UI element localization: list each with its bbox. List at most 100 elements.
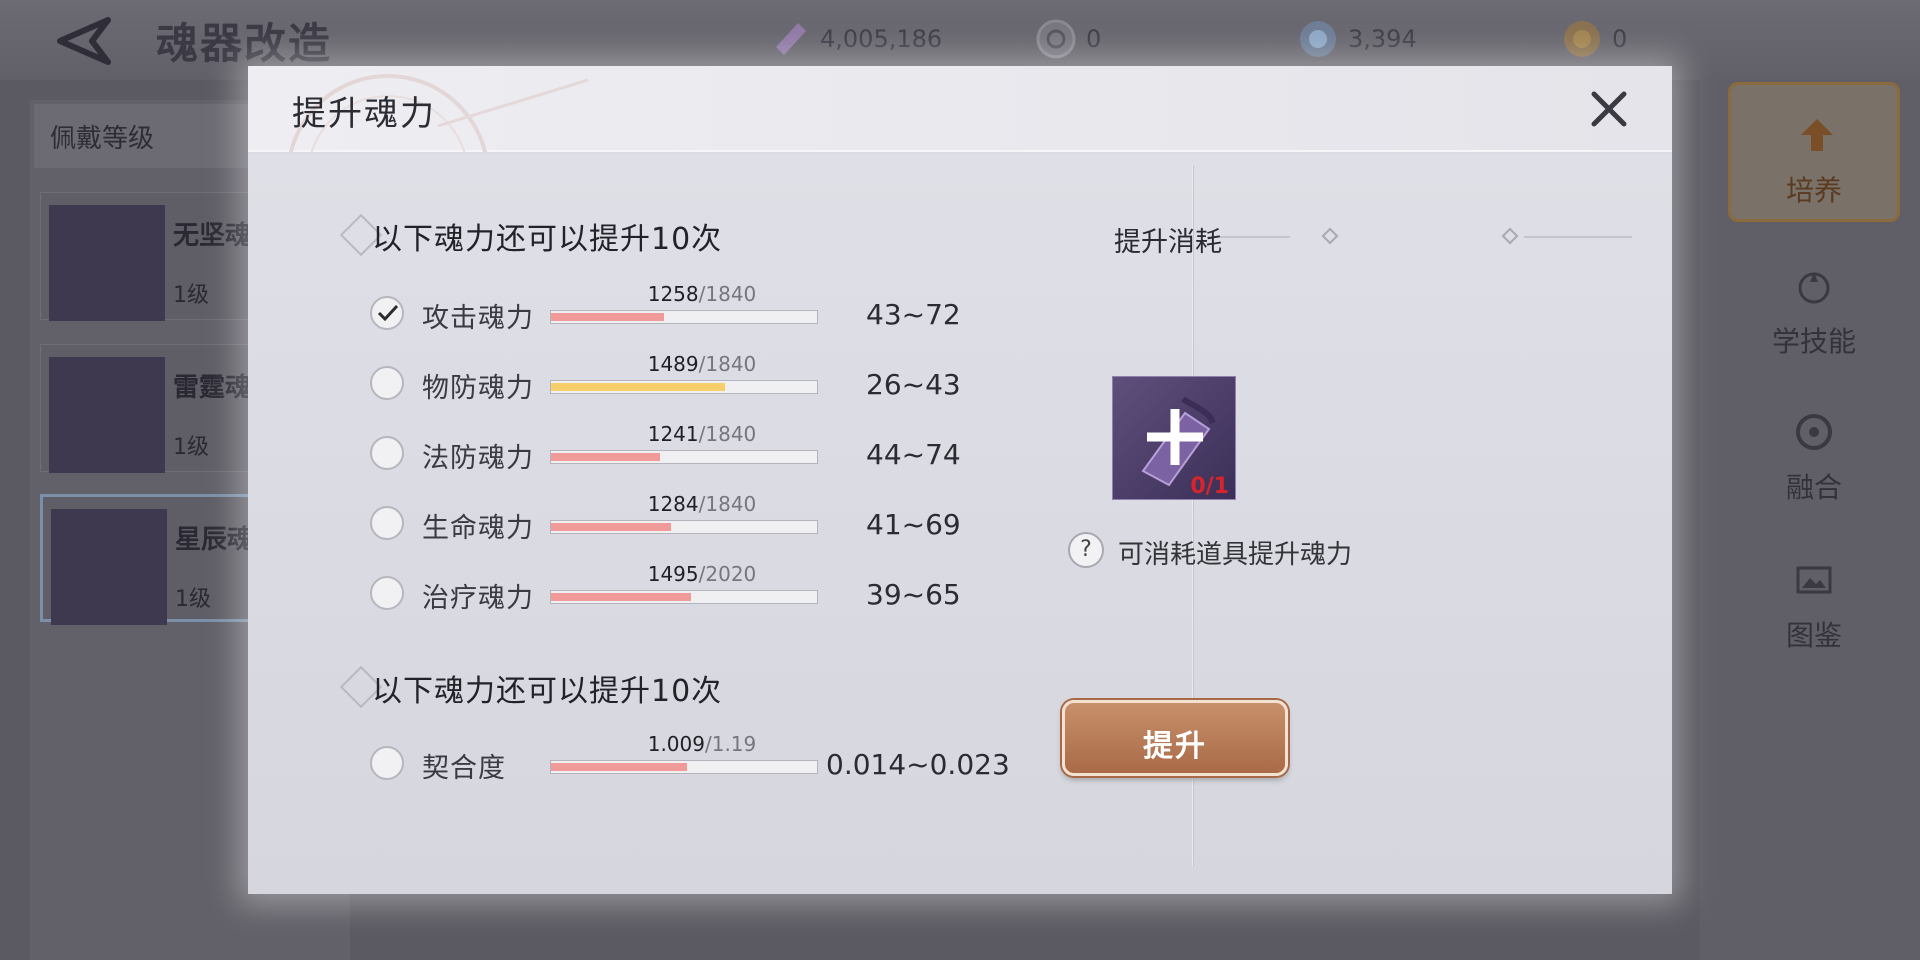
stat-progress-bar bbox=[550, 760, 818, 774]
stat-progress-fill bbox=[551, 593, 691, 601]
item-count: 0/1 bbox=[1190, 474, 1229, 499]
currency-silver-coin: 0 bbox=[1034, 16, 1101, 62]
stat-current: 1284 bbox=[647, 492, 699, 516]
help-text: 可消耗道具提升魂力 bbox=[1118, 540, 1353, 570]
upgrade-button[interactable]: 提升 bbox=[1062, 700, 1288, 776]
stat-radio[interactable] bbox=[370, 366, 404, 400]
tab-cultivate[interactable]: 培养 bbox=[1728, 82, 1900, 222]
stat-radio[interactable] bbox=[370, 746, 404, 780]
tab-label: 学技能 bbox=[1771, 325, 1856, 358]
soul-item-level: 1级 bbox=[173, 435, 209, 460]
skill-icon bbox=[1798, 272, 1830, 304]
stat-label: 攻击魂力 bbox=[422, 303, 534, 334]
stat-progress-bar bbox=[550, 380, 818, 394]
close-icon[interactable] bbox=[1588, 88, 1630, 130]
stat-progress-text: 1495/2020 bbox=[634, 562, 770, 586]
stat-current: 1489 bbox=[647, 352, 699, 376]
currency-value: 0 bbox=[1612, 25, 1628, 53]
silver-coin-icon bbox=[1036, 19, 1076, 59]
stat-radio[interactable] bbox=[370, 576, 404, 610]
stat-range: 44~74 bbox=[866, 438, 961, 471]
currency-gold-medal: 0 bbox=[1560, 16, 1627, 62]
stat-progress-text: 1489/1840 bbox=[634, 352, 770, 376]
tab-gallery[interactable]: 图鉴 bbox=[1728, 530, 1900, 670]
tab-label: 培养 bbox=[1785, 174, 1842, 207]
cost-title-line bbox=[1524, 236, 1632, 238]
stat-row-life[interactable]: 生命魂力 1284/1840 41~69 bbox=[370, 492, 1050, 558]
cost-title: 提升消耗 bbox=[1114, 227, 1222, 258]
stat-progress-text: 1284/1840 bbox=[634, 492, 770, 516]
currency-soul-crystal: 4,005,186 bbox=[768, 16, 942, 62]
soul-item[interactable]: 星辰魂 1级 bbox=[40, 494, 280, 625]
stat-current: 1241 bbox=[647, 422, 699, 446]
currency-value: 0 bbox=[1086, 25, 1102, 53]
stat-range: 0.014~0.023 bbox=[826, 748, 1010, 781]
currency-value: 4,005,186 bbox=[820, 25, 943, 53]
stat-max: /1840 bbox=[698, 282, 757, 306]
upgrade-arrow-icon bbox=[1801, 119, 1833, 151]
tab-learn-skill[interactable]: 学技能 bbox=[1728, 236, 1900, 376]
soul-item-icon bbox=[49, 357, 165, 473]
stat-progress-bar bbox=[550, 450, 818, 464]
stat-current: 1.009 bbox=[647, 732, 705, 756]
stat-progress-text: 1241/1840 bbox=[634, 422, 770, 446]
stat-range: 41~69 bbox=[866, 508, 961, 541]
dialog-header: 提升魂力 bbox=[248, 66, 1672, 152]
stat-label: 法防魂力 bbox=[422, 443, 534, 474]
stat-max: /1840 bbox=[698, 352, 757, 376]
soul-item-name: 无坚魂 bbox=[173, 221, 252, 251]
stat-label: 生命魂力 bbox=[422, 513, 534, 544]
stat-label: 物防魂力 bbox=[422, 373, 534, 404]
stat-progress-bar bbox=[550, 590, 818, 604]
tab-label: 融合 bbox=[1785, 471, 1842, 504]
tab-label: 图鉴 bbox=[1785, 619, 1842, 652]
upgrade-soul-dialog: 提升魂力 以下魂力还可以提升10次 攻击魂力 1258/1840 43~72 物… bbox=[248, 66, 1672, 894]
stat-row-magic-defense[interactable]: 法防魂力 1241/1840 44~74 bbox=[370, 422, 1050, 488]
stat-radio[interactable] bbox=[370, 506, 404, 540]
soul-item-name: 星辰魂 bbox=[175, 525, 254, 555]
stat-radio[interactable] bbox=[370, 436, 404, 470]
section-title: 以下魂力还可以提升10次 bbox=[372, 222, 723, 257]
help-icon[interactable]: ? bbox=[1068, 532, 1104, 568]
soul-item-name: 雷霆魂 bbox=[173, 373, 252, 403]
soul-item-icon bbox=[51, 509, 167, 625]
stat-progress-fill bbox=[551, 383, 725, 391]
equip-level-label: 佩戴等级 bbox=[34, 104, 264, 168]
stat-label: 治疗魂力 bbox=[422, 583, 534, 614]
stat-row-heal[interactable]: 治疗魂力 1495/2020 39~65 bbox=[370, 562, 1050, 628]
stat-row-affinity[interactable]: 契合度 1.009/1.19 0.014~0.023 bbox=[370, 732, 1050, 798]
stat-range: 26~43 bbox=[866, 368, 961, 401]
soul-item[interactable]: 无坚魂 1级 bbox=[40, 192, 280, 321]
stat-range: 43~72 bbox=[866, 298, 961, 331]
stat-row-attack[interactable]: 攻击魂力 1258/1840 43~72 bbox=[370, 282, 1050, 348]
stat-progress-text: 1.009/1.19 bbox=[634, 732, 770, 756]
back-arrow-icon[interactable] bbox=[52, 14, 116, 68]
checkmark-icon bbox=[377, 304, 399, 322]
dialog-title: 提升魂力 bbox=[292, 94, 436, 134]
tab-fusion[interactable]: 融合 bbox=[1728, 382, 1900, 522]
stat-progress-bar bbox=[550, 520, 818, 534]
stat-max: /1.19 bbox=[704, 732, 757, 756]
page-title: 魂器改造 bbox=[156, 19, 333, 68]
soul-item-level: 1级 bbox=[175, 587, 211, 612]
fusion-icon bbox=[1796, 414, 1832, 450]
section-title: 以下魂力还可以提升10次 bbox=[372, 674, 723, 709]
stat-radio[interactable] bbox=[370, 296, 404, 330]
gold-medal-icon bbox=[1564, 21, 1600, 57]
soul-item[interactable]: 雷霆魂 1级 bbox=[40, 344, 280, 473]
upgrade-button-label: 提升 bbox=[1143, 729, 1207, 764]
stat-progress-fill bbox=[551, 763, 687, 771]
stat-max: /1840 bbox=[698, 422, 757, 446]
soul-item-level: 1级 bbox=[173, 283, 209, 308]
consumable-item-slot[interactable]: 0/1 bbox=[1112, 376, 1236, 500]
stat-progress-fill bbox=[551, 523, 672, 531]
currency-blue-gem: 3,394 bbox=[1296, 16, 1417, 62]
currency-value: 3,394 bbox=[1348, 25, 1417, 53]
stat-max: /1840 bbox=[698, 492, 757, 516]
stat-current: 1258 bbox=[647, 282, 699, 306]
stat-row-physical-defense[interactable]: 物防魂力 1489/1840 26~43 bbox=[370, 352, 1050, 418]
stat-max: /2020 bbox=[698, 562, 757, 586]
stat-range: 39~65 bbox=[866, 578, 961, 611]
soul-item-icon bbox=[49, 205, 165, 321]
stat-current: 1495 bbox=[647, 562, 699, 586]
